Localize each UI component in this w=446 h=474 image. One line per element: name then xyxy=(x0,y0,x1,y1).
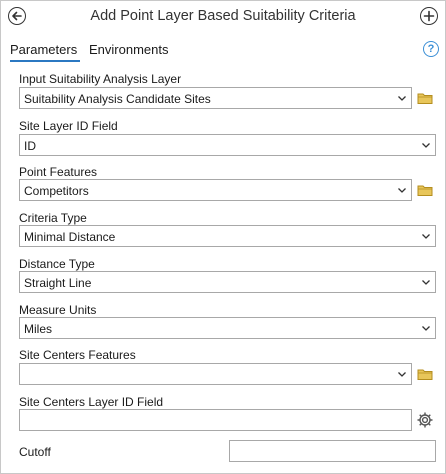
site-centers-id-field-input[interactable] xyxy=(19,409,412,431)
measure-units-value: Miles xyxy=(24,322,53,336)
pane-title: Add Point Layer Based Suitability Criter… xyxy=(90,8,356,24)
input-layer-dropdown[interactable]: Suitability Analysis Candidate Sites xyxy=(19,87,412,109)
site-id-field-label: Site Layer ID Field xyxy=(19,119,118,133)
distance-type-label: Distance Type xyxy=(19,257,95,271)
pane-header: Add Point Layer Based Suitability Criter… xyxy=(0,0,446,34)
measure-units-dropdown[interactable]: Miles xyxy=(19,317,436,339)
chevron-down-icon xyxy=(422,234,430,239)
chevron-down-icon xyxy=(398,188,406,193)
measure-units-label: Measure Units xyxy=(19,303,97,317)
site-id-field-value: ID xyxy=(24,139,36,153)
folder-icon[interactable] xyxy=(417,367,433,381)
help-icon[interactable]: ? xyxy=(423,41,439,57)
chevron-down-icon xyxy=(398,372,406,377)
site-id-field-dropdown[interactable]: ID xyxy=(19,134,436,156)
criteria-type-value: Minimal Distance xyxy=(24,230,116,244)
add-button[interactable] xyxy=(420,7,438,25)
site-centers-id-field-label: Site Centers Layer ID Field xyxy=(19,395,164,409)
point-features-label: Point Features xyxy=(19,165,98,179)
gear-icon[interactable] xyxy=(416,411,434,429)
tab-environments[interactable]: Environments xyxy=(89,42,168,57)
chevron-down-icon xyxy=(398,96,406,101)
plus-icon xyxy=(423,10,435,22)
criteria-type-label: Criteria Type xyxy=(19,211,87,225)
folder-icon[interactable] xyxy=(417,91,433,105)
input-layer-label: Input Suitability Analysis Layer xyxy=(19,72,182,86)
cutoff-input[interactable] xyxy=(229,440,436,462)
site-centers-features-label: Site Centers Features xyxy=(19,348,136,362)
site-centers-features-dropdown[interactable] xyxy=(19,363,412,385)
chevron-down-icon xyxy=(422,143,430,148)
cutoff-label: Cutoff xyxy=(19,445,51,459)
chevron-down-icon xyxy=(422,280,430,285)
criteria-type-dropdown[interactable]: Minimal Distance xyxy=(19,225,436,247)
point-features-dropdown[interactable]: Competitors xyxy=(19,179,412,201)
chevron-down-icon xyxy=(422,326,430,331)
tab-parameters[interactable]: Parameters xyxy=(10,42,77,57)
distance-type-value: Straight Line xyxy=(24,276,92,290)
active-tab-indicator xyxy=(10,60,80,62)
input-layer-value: Suitability Analysis Candidate Sites xyxy=(24,92,211,106)
point-features-value: Competitors xyxy=(24,184,89,198)
folder-icon[interactable] xyxy=(417,183,433,197)
distance-type-dropdown[interactable]: Straight Line xyxy=(19,271,436,293)
